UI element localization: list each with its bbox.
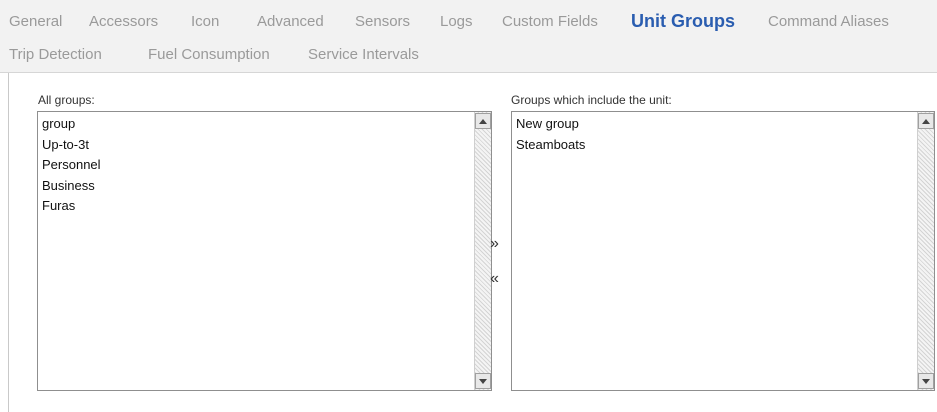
triangle-up-icon [479, 119, 487, 124]
tab-icon[interactable]: Icon [191, 13, 219, 31]
scroll-up-button[interactable] [918, 113, 934, 129]
scroll-down-button[interactable] [475, 373, 491, 389]
list-item[interactable]: Furas [40, 196, 473, 217]
all-groups-scrollbar[interactable] [474, 112, 491, 390]
list-item[interactable]: group [40, 114, 473, 135]
list-item[interactable]: Steamboats [514, 135, 916, 156]
unit-groups-scrollbar[interactable] [917, 112, 934, 390]
tab-fuel-consumption[interactable]: Fuel Consumption [148, 46, 270, 64]
list-item[interactable]: Business [40, 176, 473, 197]
tab-advanced[interactable]: Advanced [257, 13, 324, 31]
tab-custom-fields[interactable]: Custom Fields [502, 13, 598, 31]
list-item[interactable]: Personnel [40, 155, 473, 176]
triangle-up-icon [922, 119, 930, 124]
scroll-down-button[interactable] [918, 373, 934, 389]
unit-groups-panel: All groups: group Up-to-3t Personnel Bus… [8, 73, 937, 412]
list-item[interactable]: Up-to-3t [40, 135, 473, 156]
scroll-up-button[interactable] [475, 113, 491, 129]
triangle-down-icon [922, 379, 930, 384]
tab-accessors[interactable]: Accessors [89, 13, 158, 31]
unit-groups-listbox[interactable]: New group Steamboats [511, 111, 935, 391]
tab-sensors[interactable]: Sensors [355, 13, 410, 31]
tab-command-aliases[interactable]: Command Aliases [768, 13, 889, 31]
list-item[interactable]: New group [514, 114, 916, 135]
all-groups-label: All groups: [38, 93, 95, 107]
tab-logs[interactable]: Logs [440, 13, 473, 31]
tab-service-intervals[interactable]: Service Intervals [308, 46, 419, 64]
add-to-unit-groups-button[interactable]: » [490, 235, 499, 253]
all-groups-listbox[interactable]: group Up-to-3t Personnel Business Furas [37, 111, 492, 391]
all-groups-list: group Up-to-3t Personnel Business Furas [40, 114, 473, 388]
unit-groups-label: Groups which include the unit: [511, 93, 672, 107]
remove-from-unit-groups-button[interactable]: « [490, 270, 499, 288]
unit-groups-list: New group Steamboats [514, 114, 916, 388]
tab-trip-detection[interactable]: Trip Detection [9, 46, 102, 64]
tab-bar: General Accessors Icon Advanced Sensors … [0, 0, 937, 73]
tab-general[interactable]: General [9, 13, 62, 31]
tab-unit-groups[interactable]: Unit Groups [631, 10, 735, 32]
triangle-down-icon [479, 379, 487, 384]
